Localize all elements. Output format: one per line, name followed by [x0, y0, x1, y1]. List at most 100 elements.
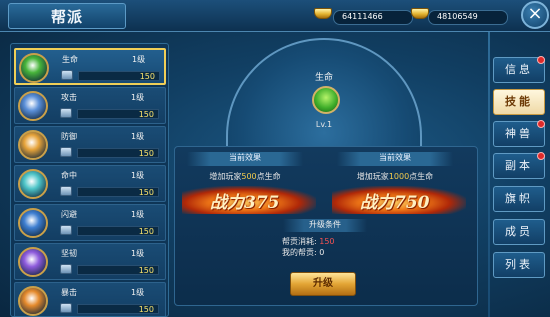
tab-1[interactable]: 信息 [493, 56, 545, 83]
cost-label: 帮贡消耗: [282, 237, 317, 246]
gold-amount: 64111466 [342, 12, 383, 21]
top-bar: 帮派 64111466 48106549 × [0, 0, 550, 32]
tab-label: 旗帜 [505, 192, 533, 205]
tab-label: 列表 [505, 258, 533, 271]
skill-cost: 150 [138, 149, 154, 158]
next-power-value: 750 [394, 193, 430, 213]
crit-burst-icon [18, 286, 48, 316]
next-effect-prefix: 增加玩家 [356, 172, 389, 181]
skill-cost-bar: 150 [77, 226, 159, 236]
close-icon: × [527, 3, 543, 24]
skill-row-7[interactable]: 暴击 1级 150 [14, 282, 166, 316]
eye-icon [18, 169, 48, 199]
silver-counter: 48106549 [428, 10, 508, 25]
contribution-scroll-icon [60, 225, 72, 235]
skill-name: 暴击 [61, 288, 77, 297]
skill-row-1[interactable]: 生命 1级 150 [14, 48, 166, 85]
silver-ingot-icon [411, 8, 429, 19]
skill-row-2[interactable]: 攻击 1级 150 [14, 87, 166, 124]
have-value: 0 [319, 248, 325, 257]
skill-cost-bar: 150 [77, 109, 159, 119]
contribution-scroll-icon [60, 147, 72, 157]
current-power-label: 战力 [210, 193, 244, 213]
next-effect-desc: 增加玩家1000点生命 [325, 171, 465, 182]
dodge-figure-icon [18, 208, 48, 238]
skill-name: 攻击 [61, 93, 77, 102]
next-effect-amount: 1000 [388, 172, 410, 181]
current-effect-prefix: 增加玩家 [209, 172, 242, 181]
tab-3[interactable]: 神兽 [493, 120, 545, 147]
contribution-scroll-icon [60, 264, 72, 274]
skill-cost-bar: 150 [77, 304, 159, 314]
my-contribution: 我的帮贡: 0 [282, 247, 324, 258]
tab-label: 神兽 [505, 127, 533, 140]
detail-level: Lv.1 [315, 120, 333, 129]
skill-cost: 150 [138, 266, 154, 275]
skill-row-5[interactable]: 闪避 1级 150 [14, 204, 166, 241]
tab-5[interactable]: 旗帜 [493, 186, 545, 212]
skill-cost-bar: 150 [77, 148, 159, 158]
skill-cost-bar: 150 [77, 265, 159, 275]
current-effect-suffix: 点生命 [256, 172, 281, 181]
contribution-scroll-icon [60, 186, 72, 196]
notification-dot [537, 120, 545, 128]
tab-label: 副本 [505, 159, 533, 172]
tab-2[interactable]: 技能 [493, 89, 545, 115]
tab-4[interactable]: 副本 [493, 152, 545, 179]
guild-screen: 帮派 64111466 48106549 × 生命 1级 150 攻击 1级 150 防御 1… [0, 0, 550, 317]
tab-label: 成员 [505, 225, 533, 238]
skill-row-3[interactable]: 防御 1级 150 [14, 126, 166, 163]
skill-cost: 150 [138, 305, 154, 314]
guild-contribution-cost: 帮贡消耗: 150 [282, 236, 335, 247]
current-effect-amount: 500 [241, 172, 257, 181]
title-plate: 帮派 [8, 3, 126, 29]
skill-level: 1级 [132, 55, 146, 64]
current-effect-desc: 增加玩家500点生命 [175, 171, 315, 182]
upgrade-button[interactable]: 升级 [290, 272, 356, 296]
shield-icon [18, 130, 48, 160]
skill-name: 坚韧 [61, 249, 77, 258]
skill-name: 命中 [61, 171, 77, 180]
tab-6[interactable]: 成员 [493, 219, 545, 245]
upgrade-conditions-header: 升级条件 [283, 219, 367, 232]
have-label: 我的帮贡: [282, 248, 317, 257]
gold-counter: 64111466 [333, 10, 413, 25]
skill-level: 1级 [131, 132, 145, 141]
silver-amount: 48106549 [437, 12, 478, 21]
next-effect-header: 当前效果 [337, 152, 453, 166]
gold-ingot-icon [314, 8, 332, 19]
cost-value: 150 [319, 237, 335, 246]
current-power-flame: 战力375 [182, 186, 316, 214]
contribution-scroll-icon [60, 108, 72, 118]
current-power: 战力375 [210, 188, 280, 213]
skill-cost: 150 [139, 72, 155, 81]
skill-level: 1级 [131, 93, 145, 102]
tab-7[interactable]: 列表 [493, 252, 545, 278]
skill-name: 防御 [61, 132, 77, 141]
close-button[interactable]: × [521, 1, 549, 29]
skill-row-6[interactable]: 坚韧 1级 150 [14, 243, 166, 280]
skill-cost: 150 [138, 188, 154, 197]
notification-dot [537, 152, 545, 160]
notification-dot [537, 56, 545, 64]
skill-row-4[interactable]: 命中 1级 150 [14, 165, 166, 202]
next-effect-suffix: 点生命 [409, 172, 434, 181]
hp-potion-icon [19, 53, 49, 83]
tab-label: 信息 [505, 63, 533, 76]
contribution-scroll-icon [61, 70, 73, 80]
next-power: 战力750 [360, 188, 430, 213]
skill-preview-dome: 生命 Lv.1 [226, 38, 422, 156]
skill-cost-bar: 150 [77, 187, 159, 197]
detail-skill-name: 生命 [314, 73, 333, 83]
skill-level: 1级 [131, 249, 145, 258]
sword-slash-icon [18, 91, 48, 121]
tab-divider [488, 32, 490, 317]
skill-name: 生命 [62, 55, 78, 64]
hp-potion-icon [312, 86, 340, 114]
skill-list[interactable]: 生命 1级 150 攻击 1级 150 防御 1级 150 命中 1级 150 闪避 1级 150 坚韧 1级 1… [10, 43, 169, 317]
skill-level: 1级 [131, 210, 145, 219]
tough-body-icon [18, 247, 48, 277]
current-effect-header: 当前效果 [187, 152, 303, 166]
tab-label: 技能 [505, 95, 533, 108]
contribution-scroll-icon [60, 303, 72, 313]
